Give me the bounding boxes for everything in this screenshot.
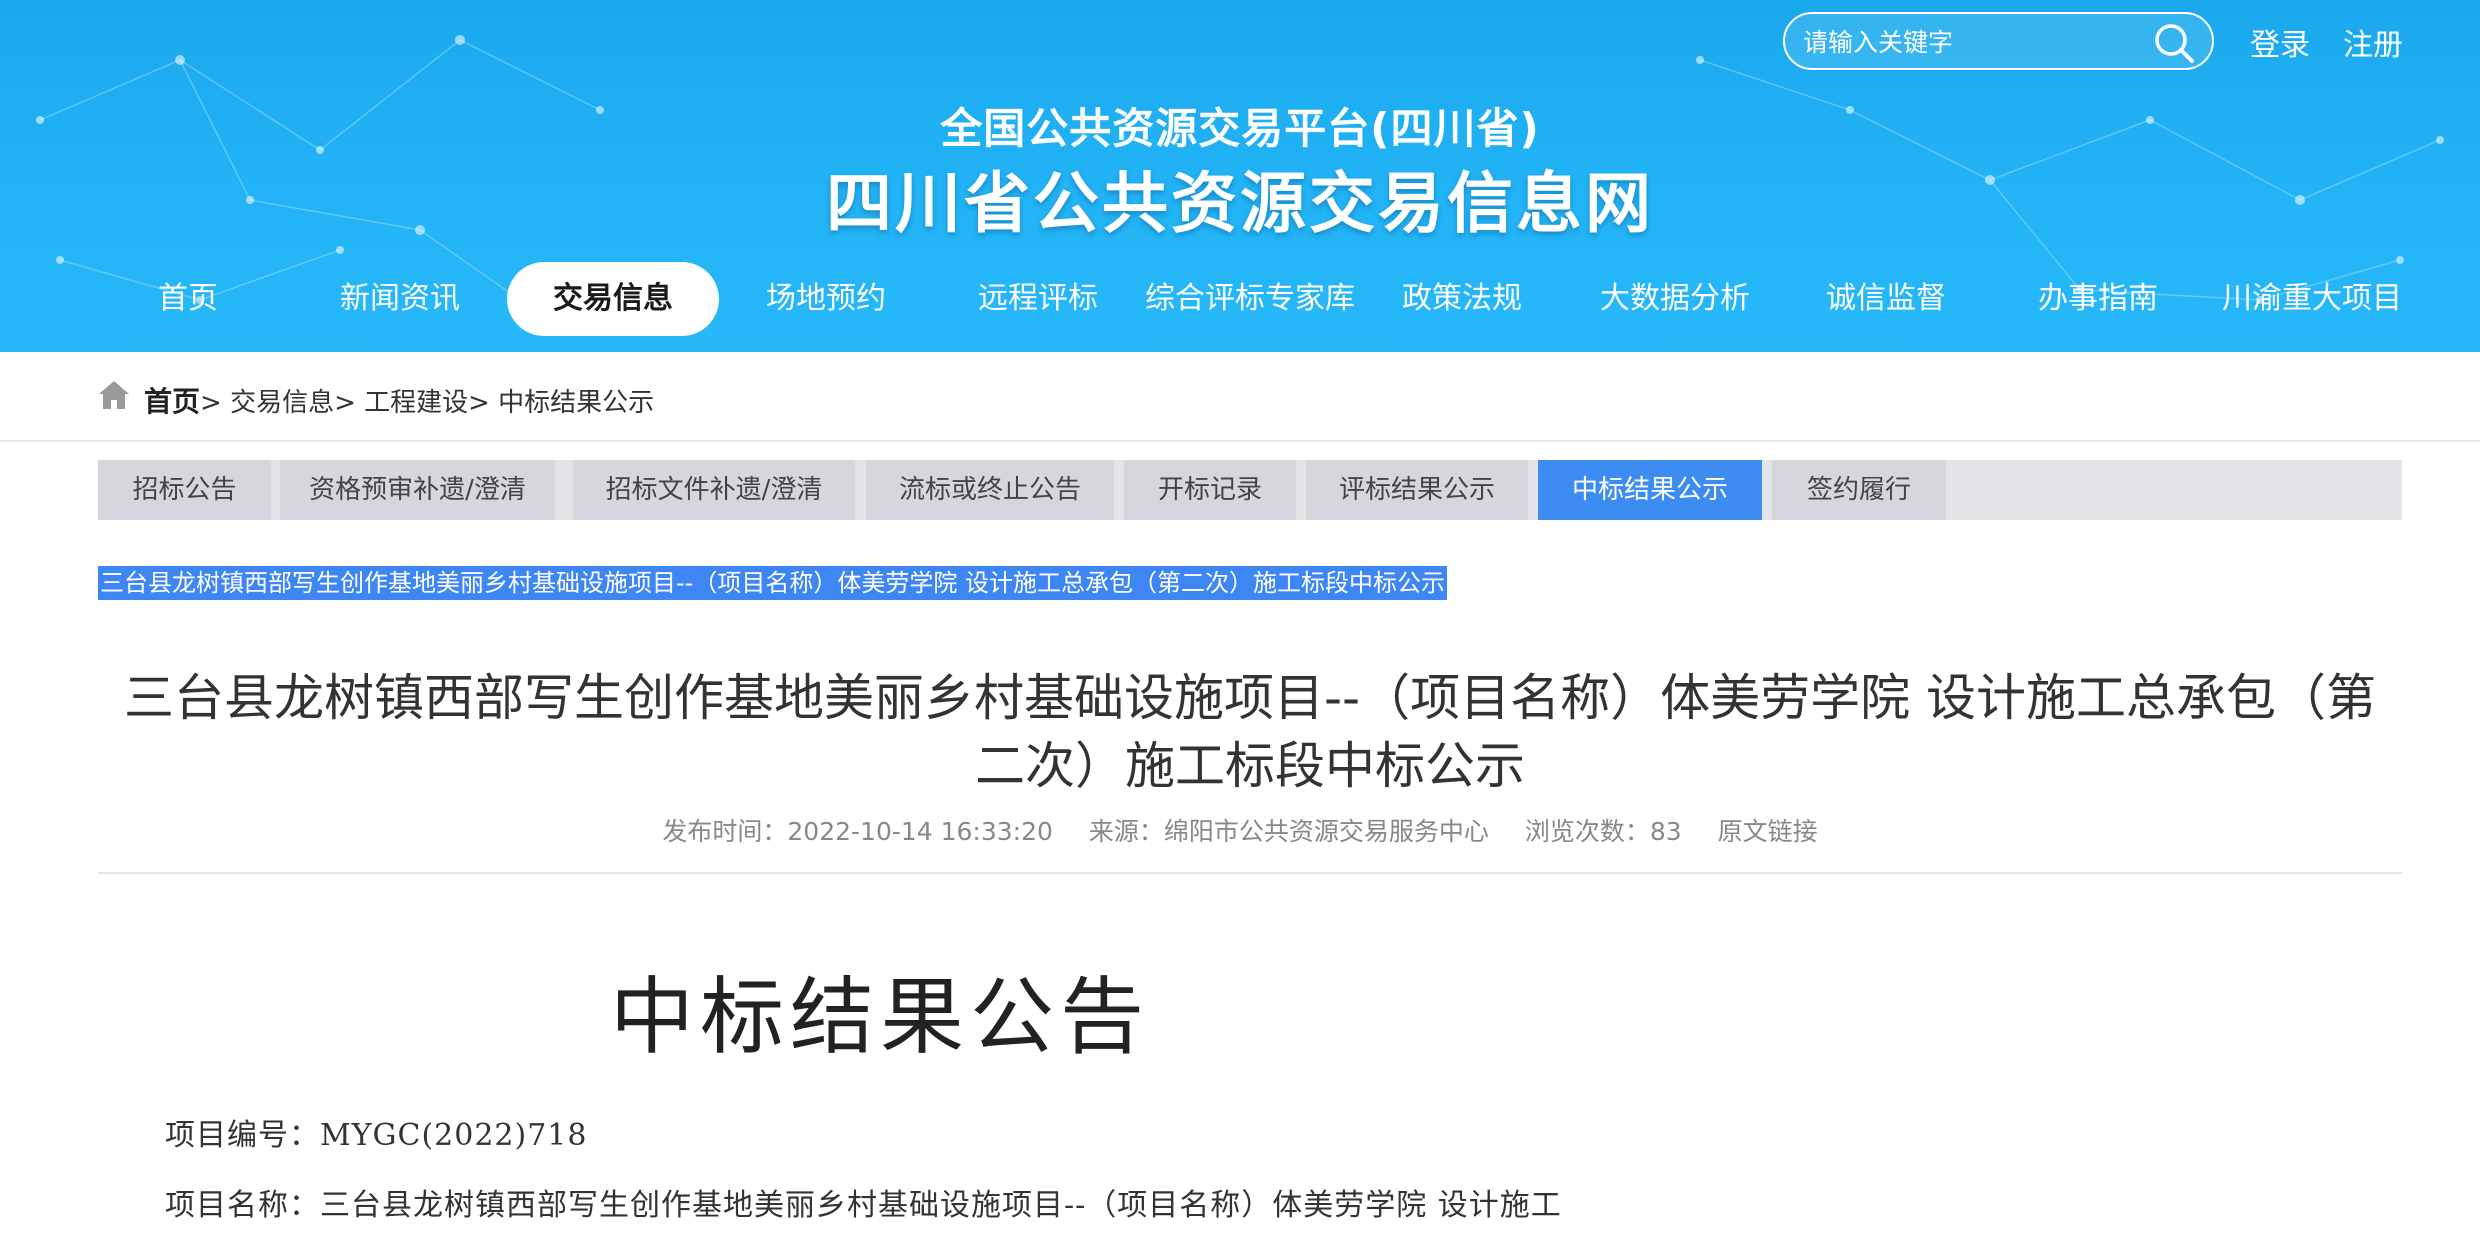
search-box[interactable]	[1783, 12, 2214, 70]
nav-news[interactable]: 新闻资讯	[332, 262, 468, 336]
nav-trade-info[interactable]: 交易信息	[507, 262, 719, 336]
article-title-line-2: 二次）施工标段中标公示	[975, 737, 1525, 795]
site-subtitle: 全国公共资源交易平台(四川省)	[940, 104, 1540, 153]
site-header: 登录 注册 全国公共资源交易平台(四川省) 四川省公共资源交易信息网 首页 新闻…	[0, 0, 2480, 352]
breadcrumb-path[interactable]: > 交易信息> 工程建设> 中标结果公示	[200, 388, 654, 418]
project-name: 项目名称：三台县龙树镇西部写生创作基地美丽乡村基础设施项目--（项目名称）体美劳…	[165, 1188, 1562, 1223]
view-count: 浏览次数：83	[1524, 817, 1682, 846]
tab-tender-document-addendum[interactable]: 招标文件补遗/澄清	[573, 460, 855, 520]
nav-remote-evaluation[interactable]: 远程评标	[970, 262, 1106, 336]
tab-opening-record[interactable]: 开标记录	[1124, 460, 1296, 520]
document-heading: 中标结果公告	[610, 968, 1151, 1066]
source: 来源：绵阳市公共资源交易服务中心	[1088, 817, 1489, 846]
nav-policy[interactable]: 政策法规	[1394, 262, 1530, 336]
tab-failed-or-terminated[interactable]: 流标或终止公告	[866, 460, 1114, 520]
breadcrumb: 首页> 交易信息> 工程建设> 中标结果公示	[0, 352, 2480, 442]
category-tabs: 招标公告 资格预审补遗/澄清 招标文件补遗/澄清 流标或终止公告 开标记录 评标…	[98, 460, 2402, 520]
tab-prequalification-addendum[interactable]: 资格预审补遗/澄清	[280, 460, 555, 520]
main-nav: 首页 新闻资讯 交易信息 场地预约 远程评标 综合评标专家库 政策法规 大数据分…	[0, 262, 2480, 336]
original-link[interactable]: 原文链接	[1718, 817, 1818, 846]
search-input[interactable]	[1803, 22, 2143, 62]
selected-title-text[interactable]: 三台县龙树镇西部写生创作基地美丽乡村基础设施项目--（项目名称）体美劳学院 设计…	[98, 566, 1447, 600]
nav-service-guide[interactable]: 办事指南	[2030, 262, 2166, 336]
tab-contract-performance[interactable]: 签约履行	[1772, 460, 1946, 520]
nav-venue-booking[interactable]: 场地预约	[758, 262, 894, 336]
nav-credit-supervision[interactable]: 诚信监督	[1818, 262, 1954, 336]
divider	[98, 872, 2402, 874]
register-link[interactable]: 注册	[2343, 20, 2403, 64]
search-icon[interactable]	[2151, 20, 2197, 66]
nav-home[interactable]: 首页	[120, 262, 256, 336]
article-meta: 发布时间：2022-10-14 16:33:20 来源：绵阳市公共资源交易服务中…	[0, 812, 2480, 848]
nav-sichuan-chongqing-projects[interactable]: 川渝重大项目	[2220, 262, 2404, 336]
article-title: 三台县龙树镇西部写生创作基地美丽乡村基础设施项目--（项目名称）体美劳学院 设计…	[98, 664, 2402, 800]
tab-winning-bid-result[interactable]: 中标结果公示	[1538, 460, 1762, 520]
breadcrumb-home[interactable]: 首页	[144, 385, 200, 418]
login-link[interactable]: 登录	[2250, 20, 2310, 64]
tab-tender-notice[interactable]: 招标公告	[98, 460, 271, 520]
publish-time: 发布时间：2022-10-14 16:33:20	[662, 817, 1053, 846]
tab-evaluation-result[interactable]: 评标结果公示	[1306, 460, 1528, 520]
site-title: 四川省公共资源交易信息网	[826, 165, 1654, 242]
article-title-line-1: 三台县龙树镇西部写生创作基地美丽乡村基础设施项目--（项目名称）体美劳学院 设计…	[124, 669, 2376, 727]
nav-expert-database[interactable]: 综合评标专家库	[1140, 262, 1360, 336]
project-code: 项目编号：MYGC(2022)718	[165, 1118, 588, 1153]
nav-big-data[interactable]: 大数据分析	[1592, 262, 1758, 336]
home-icon	[99, 381, 129, 409]
